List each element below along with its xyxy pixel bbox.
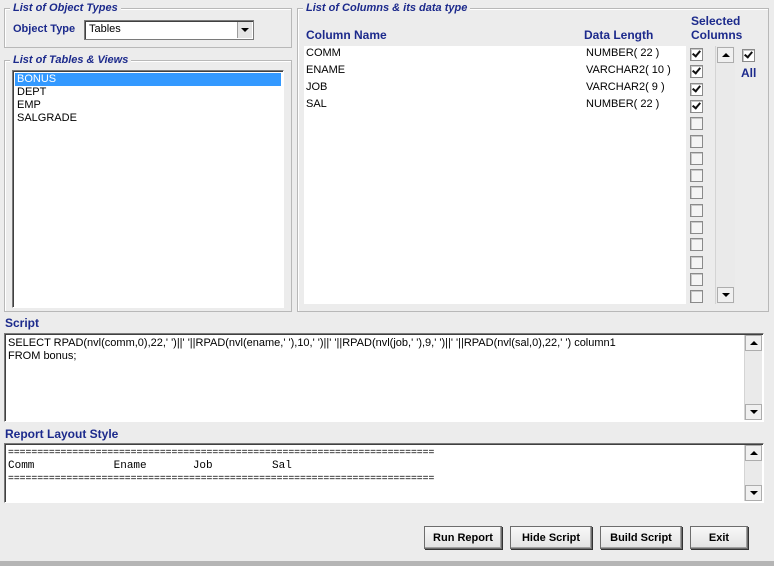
chevron-up-icon <box>749 341 758 345</box>
column-select-checkbox[interactable] <box>690 48 703 61</box>
column-select-checkbox[interactable] <box>690 169 703 183</box>
script-line-1: SELECT RPAD(nvl(comm,0),22,' ')||' '||RP… <box>8 337 616 349</box>
selected-columns-header: Selected Columns <box>691 14 743 42</box>
scroll-down-button[interactable] <box>745 485 762 501</box>
object-type-select[interactable]: Tables <box>84 20 254 40</box>
check-icon <box>692 82 701 93</box>
script-scrollbar[interactable] <box>744 335 762 420</box>
table-cell-type: VARCHAR2( 9 ) <box>586 81 665 93</box>
script-textarea[interactable]: SELECT RPAD(nvl(comm,0),22,' ')||' '||RP… <box>4 333 764 422</box>
report-rule-bottom: ========================================… <box>8 474 435 484</box>
column-select-checkbox[interactable] <box>690 99 703 113</box>
table-cell-type: NUMBER( 22 ) <box>586 98 660 110</box>
run-report-button[interactable]: Run Report <box>424 526 502 549</box>
list-item[interactable]: SALGRADE <box>15 112 281 125</box>
tables-title: List of Tables & Views <box>10 54 132 67</box>
tables-group: List of Tables & Views BONUS DEPT EMP SA… <box>4 54 292 312</box>
selected-checkbox-column <box>688 46 706 304</box>
list-item[interactable]: DEPT <box>15 86 281 99</box>
report-rule-top: ========================================… <box>8 448 435 458</box>
column-select-checkbox[interactable] <box>690 255 703 269</box>
tables-listbox[interactable]: BONUS DEPT EMP SALGRADE <box>12 70 284 308</box>
column-select-checkbox[interactable] <box>690 203 703 217</box>
column-name-header: Column Name <box>306 28 387 42</box>
exit-button[interactable]: Exit <box>690 526 748 549</box>
column-select-checkbox[interactable] <box>690 134 703 148</box>
script-label: Script <box>5 316 40 330</box>
scroll-up-button[interactable] <box>745 335 762 351</box>
report-layout-textarea[interactable]: ========================================… <box>4 443 764 503</box>
table-cell-name: JOB <box>306 81 328 93</box>
chevron-down-icon <box>749 410 758 414</box>
chevron-up-icon <box>721 53 730 57</box>
column-select-checkbox[interactable] <box>690 272 703 286</box>
column-select-checkbox[interactable] <box>690 117 703 131</box>
chevron-down-icon <box>749 491 758 495</box>
columns-group: List of Columns & its data type Column N… <box>297 2 769 312</box>
table-cell-name: SAL <box>306 98 327 110</box>
chevron-up-icon <box>749 451 758 455</box>
report-columns-line: Comm Ename Job Sal <box>8 460 292 472</box>
select-all-checkbox[interactable] <box>742 49 755 62</box>
window-bottom-border <box>0 561 774 566</box>
list-item[interactable]: BONUS <box>15 73 281 86</box>
check-icon <box>692 100 701 110</box>
column-select-checkbox[interactable] <box>690 186 703 200</box>
column-select-checkbox[interactable] <box>690 82 703 96</box>
check-icon <box>692 48 701 58</box>
list-item[interactable]: EMP <box>15 99 281 112</box>
report-scrollbar[interactable] <box>744 445 762 501</box>
scroll-up-button[interactable] <box>745 445 762 461</box>
script-line-2: FROM bonus; <box>8 350 77 362</box>
select-all-label: All <box>741 66 757 80</box>
hide-script-button[interactable]: Hide Script <box>510 526 592 549</box>
table-cell-type: NUMBER( 22 ) <box>586 47 660 59</box>
object-types-group: List of Object Types Object Type Tables <box>4 2 292 48</box>
scroll-up-button[interactable] <box>717 47 734 63</box>
column-select-checkbox[interactable] <box>690 290 703 304</box>
table-cell-name: ENAME <box>306 64 346 76</box>
check-icon <box>692 65 701 75</box>
build-script-button[interactable]: Build Script <box>600 526 682 549</box>
column-select-checkbox[interactable] <box>690 238 703 252</box>
column-select-checkbox[interactable] <box>690 151 703 165</box>
scroll-down-button[interactable] <box>717 287 734 303</box>
columns-title: List of Columns & its data type <box>303 2 471 15</box>
dropdown-button[interactable] <box>237 22 252 38</box>
table-cell-name: COMM <box>306 47 341 59</box>
columns-scrollbar[interactable] <box>715 46 735 304</box>
chevron-down-icon <box>241 28 249 32</box>
report-layout-label: Report Layout Style <box>5 427 119 441</box>
object-type-label: Object Type <box>13 23 76 35</box>
columns-table: COMM NUMBER( 22 ) ENAME VARCHAR2( 10 ) J… <box>304 46 686 304</box>
chevron-down-icon <box>721 293 730 297</box>
scroll-down-button[interactable] <box>745 404 762 420</box>
table-cell-type: VARCHAR2( 10 ) <box>586 64 671 76</box>
data-length-header: Data Length <box>584 28 654 42</box>
check-icon <box>744 49 753 59</box>
column-select-checkbox[interactable] <box>690 65 703 79</box>
object-type-value: Tables <box>89 23 121 35</box>
column-select-checkbox[interactable] <box>690 221 703 234</box>
object-types-title: List of Object Types <box>10 2 121 15</box>
